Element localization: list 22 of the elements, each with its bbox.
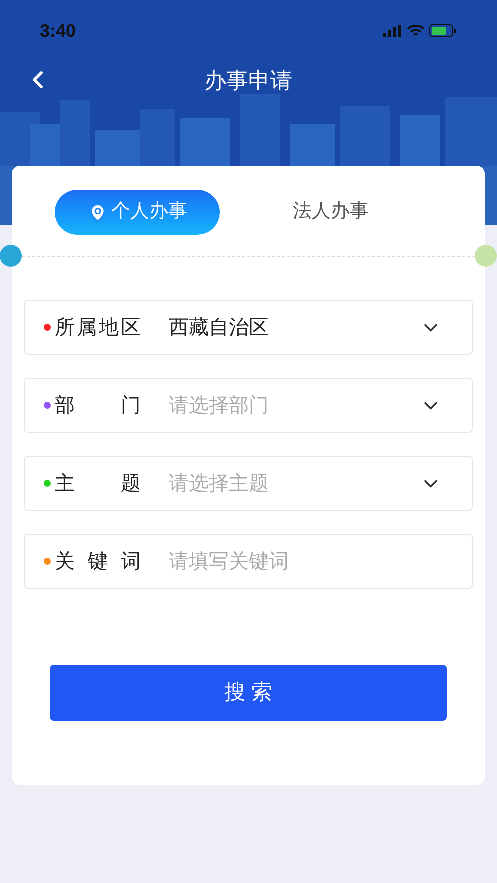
status-time: 3:40 (40, 20, 76, 42)
field-value: 西藏自治区 (169, 316, 270, 340)
field-label: 所属地区 (55, 316, 141, 340)
search-button[interactable]: 搜 索 (50, 665, 447, 721)
battery-icon (429, 24, 457, 38)
field-label: 部 门 (55, 394, 141, 418)
field-placeholder: 请选择主题 (169, 472, 270, 496)
signal-icon (383, 25, 403, 37)
location-pin-icon (88, 202, 108, 222)
tab[interactable]: 法人办事 (220, 190, 442, 235)
select-field[interactable]: 部 门 请选择部门 (24, 378, 473, 433)
ticket-notch (475, 245, 497, 267)
wifi-icon (407, 24, 425, 38)
field-placeholder: 请填写关键词 (169, 550, 290, 574)
field-label: 主 题 (55, 472, 141, 496)
select-field[interactable]: 所属地区 西藏自治区 (24, 300, 473, 355)
ticket-notch (0, 245, 22, 267)
input-field[interactable]: 关 键 词 请填写关键词 (24, 534, 473, 589)
select-field[interactable]: 主 题 请选择主题 (24, 456, 473, 511)
field-label: 关 键 词 (55, 550, 141, 574)
page-title: 办事申请 (204, 66, 292, 94)
field-placeholder: 请选择部门 (169, 394, 270, 418)
